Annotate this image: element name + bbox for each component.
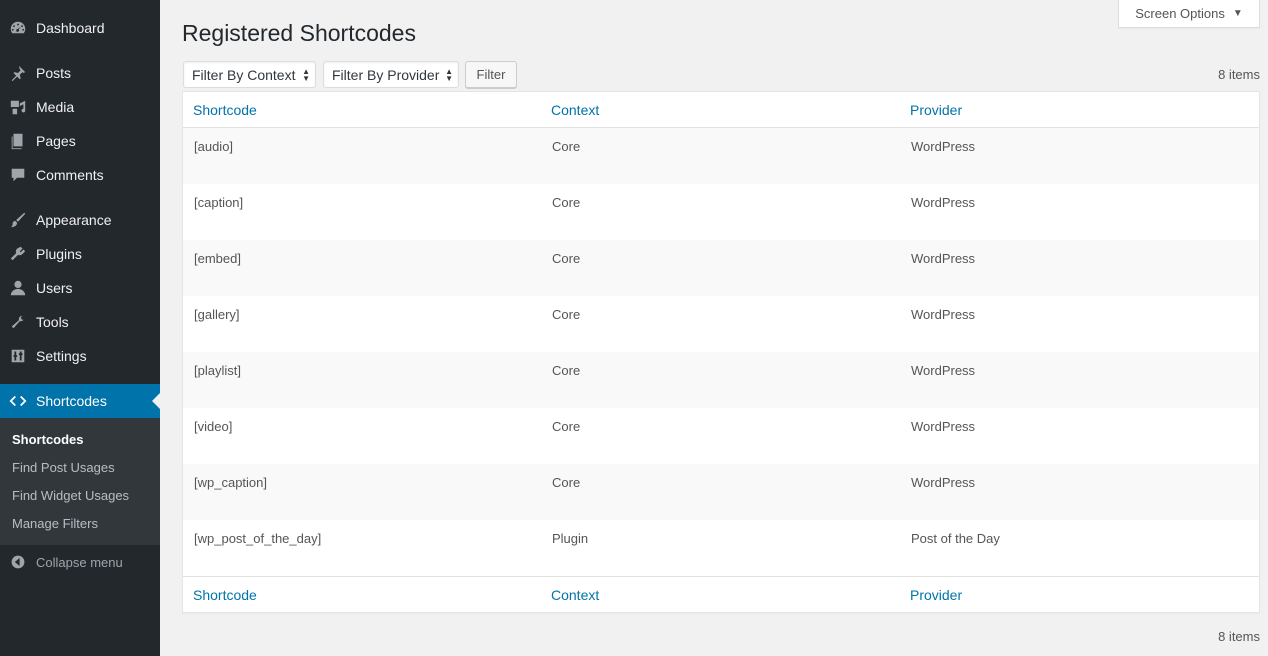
cell-context: Core — [552, 251, 581, 266]
cell-provider: WordPress — [911, 475, 976, 490]
media-icon — [0, 90, 36, 124]
menu-label: Pages — [36, 133, 76, 149]
collapse-arrow-icon — [0, 554, 36, 570]
cell-provider: WordPress — [911, 307, 976, 322]
column-header-provider[interactable]: Provider — [910, 102, 962, 118]
table-row: [playlist] Core WordPress — [183, 352, 1259, 408]
cell-provider: WordPress — [911, 195, 976, 210]
menu-item-media[interactable]: Media — [0, 90, 160, 124]
code-icon — [0, 384, 36, 418]
cell-shortcode: [wp_caption] — [194, 475, 267, 490]
submenu-item-find-widget-usages[interactable]: Find Widget Usages — [12, 488, 129, 503]
comment-icon — [0, 158, 36, 192]
items-count-top: 8 items — [1218, 67, 1260, 82]
menu-item-pages[interactable]: Pages — [0, 124, 160, 158]
menu-label: Dashboard — [36, 20, 105, 36]
cell-provider: WordPress — [911, 419, 976, 434]
page-title: Registered Shortcodes — [182, 20, 416, 46]
filter-context-value: Filter By Context — [192, 66, 296, 83]
menu-label: Plugins — [36, 246, 82, 262]
column-footer-context[interactable]: Context — [551, 587, 599, 603]
menu-label: Comments — [36, 167, 104, 183]
submenu-item-manage-filters[interactable]: Manage Filters — [12, 516, 98, 531]
cell-context: Core — [552, 195, 581, 210]
screen-options-button[interactable]: Screen Options ▼ — [1118, 0, 1260, 28]
submenu-item-shortcodes[interactable]: Shortcodes — [12, 432, 84, 447]
pages-icon — [0, 124, 36, 158]
cell-shortcode: [caption] — [194, 195, 244, 210]
cell-context: Core — [552, 475, 581, 490]
table-header: Shortcode Context Provider — [183, 92, 1259, 128]
select-arrows-icon: ▲ ▼ — [302, 67, 310, 83]
menu-item-settings[interactable]: Settings — [0, 339, 160, 373]
menu-item-appearance[interactable]: Appearance — [0, 203, 160, 237]
settings-icon — [0, 339, 36, 373]
table-row: [caption] Core WordPress — [183, 184, 1259, 240]
cell-shortcode: [gallery] — [194, 307, 240, 322]
filter-provider-select[interactable]: Filter By Provider ▲ ▼ — [323, 61, 459, 88]
cell-shortcode: [audio] — [194, 139, 234, 154]
wrench-icon — [0, 305, 36, 339]
menu-item-plugins[interactable]: Plugins — [0, 237, 160, 271]
cell-provider: WordPress — [911, 363, 976, 378]
shortcodes-table: Shortcode Context Provider [audio] Core … — [182, 91, 1260, 613]
cell-provider: WordPress — [911, 251, 976, 266]
cell-provider: Post of the Day — [911, 531, 1000, 546]
user-icon — [0, 271, 36, 305]
cell-shortcode: [video] — [194, 419, 233, 434]
cell-context: Core — [552, 307, 581, 322]
collapse-label: Collapse menu — [36, 554, 123, 570]
filter-button[interactable]: Filter — [465, 61, 517, 88]
screen-options-label: Screen Options — [1135, 6, 1225, 21]
menu-item-users[interactable]: Users — [0, 271, 160, 305]
table-row: [audio] Core WordPress — [183, 128, 1259, 184]
cell-provider: WordPress — [911, 139, 976, 154]
cell-shortcode: [playlist] — [194, 363, 241, 378]
paintbrush-icon — [0, 203, 36, 237]
cell-context: Core — [552, 419, 581, 434]
admin-sidebar: Dashboard Posts Media Pages Comments App… — [0, 0, 160, 656]
cell-shortcode: [wp_post_of_the_day] — [194, 531, 322, 546]
column-header-shortcode[interactable]: Shortcode — [193, 102, 257, 118]
column-footer-shortcode[interactable]: Shortcode — [193, 587, 257, 603]
menu-label: Tools — [36, 314, 69, 330]
table-row: [wp_caption] Core WordPress — [183, 464, 1259, 520]
collapse-menu-button[interactable]: Collapse menu — [0, 550, 160, 574]
menu-item-dashboard[interactable]: Dashboard — [0, 11, 160, 45]
dashboard-icon — [0, 11, 36, 45]
dropdown-arrow-icon: ▼ — [1232, 8, 1243, 19]
menu-item-posts[interactable]: Posts — [0, 56, 160, 90]
column-header-context[interactable]: Context — [551, 102, 599, 118]
table-row: [video] Core WordPress — [183, 408, 1259, 464]
table-row: [wp_post_of_the_day] Plugin Post of the … — [183, 520, 1259, 576]
table-footer: Shortcode Context Provider — [183, 576, 1259, 612]
column-footer-provider[interactable]: Provider — [910, 587, 962, 603]
menu-item-shortcodes[interactable]: Shortcodes — [0, 384, 160, 418]
table-row: [gallery] Core WordPress — [183, 296, 1259, 352]
menu-label: Appearance — [36, 212, 112, 228]
menu-label: Users — [36, 280, 73, 296]
cell-context: Core — [552, 139, 581, 154]
menu-label: Shortcodes — [36, 393, 107, 409]
menu-label: Posts — [36, 65, 72, 81]
cell-context: Plugin — [552, 531, 589, 546]
select-arrows-icon: ▲ ▼ — [445, 67, 453, 83]
cell-context: Core — [552, 363, 581, 378]
shortcodes-submenu: Shortcodes Find Post Usages Find Widget … — [0, 418, 160, 545]
menu-label: Media — [36, 99, 75, 115]
table-row: [embed] Core WordPress — [183, 240, 1259, 296]
pushpin-icon — [0, 56, 36, 90]
submenu-item-find-post-usages[interactable]: Find Post Usages — [12, 460, 115, 475]
filter-context-select[interactable]: Filter By Context ▲ ▼ — [183, 61, 316, 88]
menu-label: Settings — [36, 348, 87, 364]
menu-item-tools[interactable]: Tools — [0, 305, 160, 339]
filter-provider-value: Filter By Provider — [332, 66, 440, 83]
plugin-icon — [0, 237, 36, 271]
menu-item-comments[interactable]: Comments — [0, 158, 160, 192]
items-count-bottom: 8 items — [1218, 629, 1260, 644]
cell-shortcode: [embed] — [194, 251, 241, 266]
